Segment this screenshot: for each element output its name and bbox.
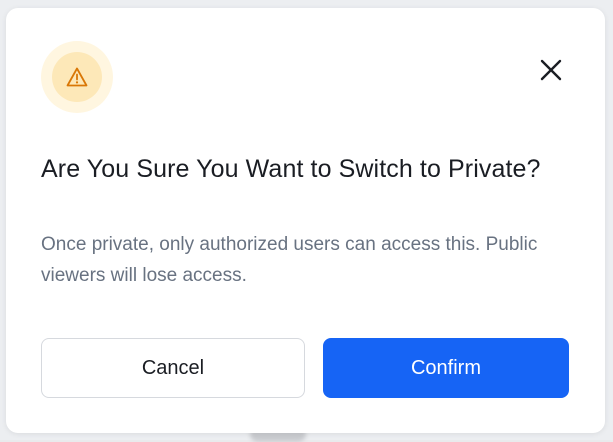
cancel-button[interactable]: Cancel [41, 338, 305, 398]
warning-icon-badge [41, 41, 113, 113]
close-icon [540, 59, 562, 81]
confirm-dialog: Are You Sure You Want to Switch to Priva… [6, 8, 605, 433]
dialog-title: Are You Sure You Want to Switch to Priva… [41, 155, 541, 183]
close-button[interactable] [534, 53, 568, 87]
warning-icon [66, 67, 88, 87]
confirm-button[interactable]: Confirm [323, 338, 569, 398]
dialog-message: Once private, only authorized users can … [41, 234, 538, 286]
